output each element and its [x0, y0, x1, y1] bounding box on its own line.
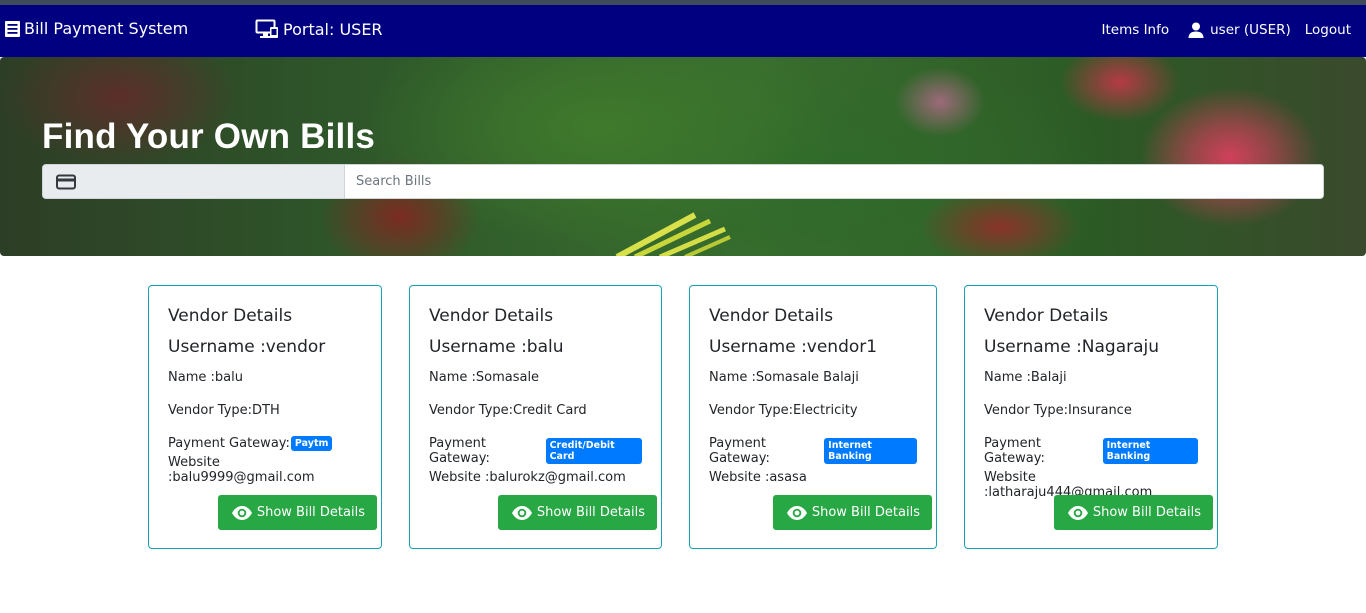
show-bill-details-button[interactable]: Show Bill Details: [497, 495, 657, 530]
card-payment-gateway: Payment Gateway: Internet Banking: [984, 436, 1198, 466]
credit-card-icon: [56, 174, 76, 189]
logout-link[interactable]: Logout: [1305, 22, 1351, 38]
card-username: Username :Nagaraju: [984, 337, 1160, 357]
hero-background-decoration: [615, 212, 731, 256]
hero-banner: Find Your Own Bills: [0, 57, 1366, 256]
gateway-label: Payment Gateway:: [429, 436, 490, 466]
card-title: Vendor Details: [984, 306, 1109, 326]
hero-title: Find Your Own Bills: [42, 117, 376, 156]
search-bar: [42, 164, 1324, 199]
card-vendor-type: Vendor Type:Credit Card: [429, 403, 587, 418]
button-label: Show Bill Details: [256, 505, 365, 520]
eye-icon: [786, 505, 807, 520]
card-username: Username :vendor: [168, 337, 326, 357]
card-name: Name :Balaji: [984, 370, 1067, 385]
card-vendor-type: Vendor Type:Electricity: [709, 403, 858, 418]
card-vendor-type: Vendor Type:Insurance: [984, 403, 1132, 418]
gateway-label: Payment Gateway:: [168, 436, 290, 451]
vendor-card: Vendor Details Username :Nagaraju Name :…: [964, 285, 1218, 549]
search-input[interactable]: [345, 165, 1323, 198]
gateway-badge: Internet Banking: [1102, 438, 1198, 464]
items-info-link[interactable]: Items Info: [1102, 22, 1170, 38]
vendor-card: Vendor Details Username :vendor Name :ba…: [148, 285, 382, 549]
card-name: Name :Somasale: [429, 370, 540, 385]
brand-link[interactable]: Bill Payment System: [4, 19, 188, 38]
gateway-badge: Paytm: [290, 436, 333, 451]
eye-icon: [231, 505, 252, 520]
vendor-card: Vendor Details Username :balu Name :Soma…: [409, 285, 662, 549]
show-bill-details-button[interactable]: Show Bill Details: [217, 495, 377, 530]
vendor-card: Vendor Details Username :vendor1 Name :S…: [689, 285, 937, 549]
button-label: Show Bill Details: [1092, 505, 1201, 520]
portal-label: Portal: USER: [283, 19, 383, 39]
navbar: Bill Payment System Portal: USER Items I…: [0, 5, 1366, 57]
eye-icon: [1067, 505, 1088, 520]
card-title: Vendor Details: [168, 306, 293, 326]
desktop-monitor-icon: [255, 19, 278, 38]
search-prepend: [43, 165, 345, 198]
show-bill-details-button[interactable]: Show Bill Details: [772, 495, 932, 530]
receipt-icon: [5, 20, 20, 37]
button-label: Show Bill Details: [811, 505, 920, 520]
gateway-label: Payment Gateway:: [709, 436, 770, 466]
card-vendor-type: Vendor Type:DTH: [168, 403, 280, 418]
card-website: Website :asasa: [709, 470, 807, 485]
brand-title: Bill Payment System: [24, 19, 189, 38]
card-website: Website :balurokz@gmail.com: [429, 470, 626, 485]
card-name: Name :balu: [168, 370, 243, 385]
gateway-label: Payment Gateway:: [984, 436, 1045, 466]
card-website: Website :balu9999@gmail.com: [168, 455, 315, 485]
gateway-badge: Credit/Debit Card: [545, 438, 642, 464]
card-username: Username :vendor1: [709, 337, 878, 357]
card-title: Vendor Details: [709, 306, 834, 326]
card-name: Name :Somasale Balaji: [709, 370, 859, 385]
gateway-badge: Internet Banking: [824, 438, 917, 464]
card-title: Vendor Details: [429, 306, 554, 326]
user-label: user (USER): [1210, 22, 1291, 38]
card-payment-gateway: Payment Gateway: Credit/Debit Card: [429, 436, 642, 466]
portal-indicator: Portal: USER: [255, 19, 383, 39]
button-label: Show Bill Details: [536, 505, 645, 520]
card-username: Username :balu: [429, 337, 564, 357]
eye-icon: [511, 505, 532, 520]
card-payment-gateway: Payment Gateway: Paytm: [168, 436, 362, 451]
card-payment-gateway: Payment Gateway: Internet Banking: [709, 436, 917, 466]
user-menu[interactable]: user (USER): [1187, 21, 1291, 39]
person-icon: [1188, 22, 1204, 38]
show-bill-details-button[interactable]: Show Bill Details: [1053, 495, 1213, 530]
